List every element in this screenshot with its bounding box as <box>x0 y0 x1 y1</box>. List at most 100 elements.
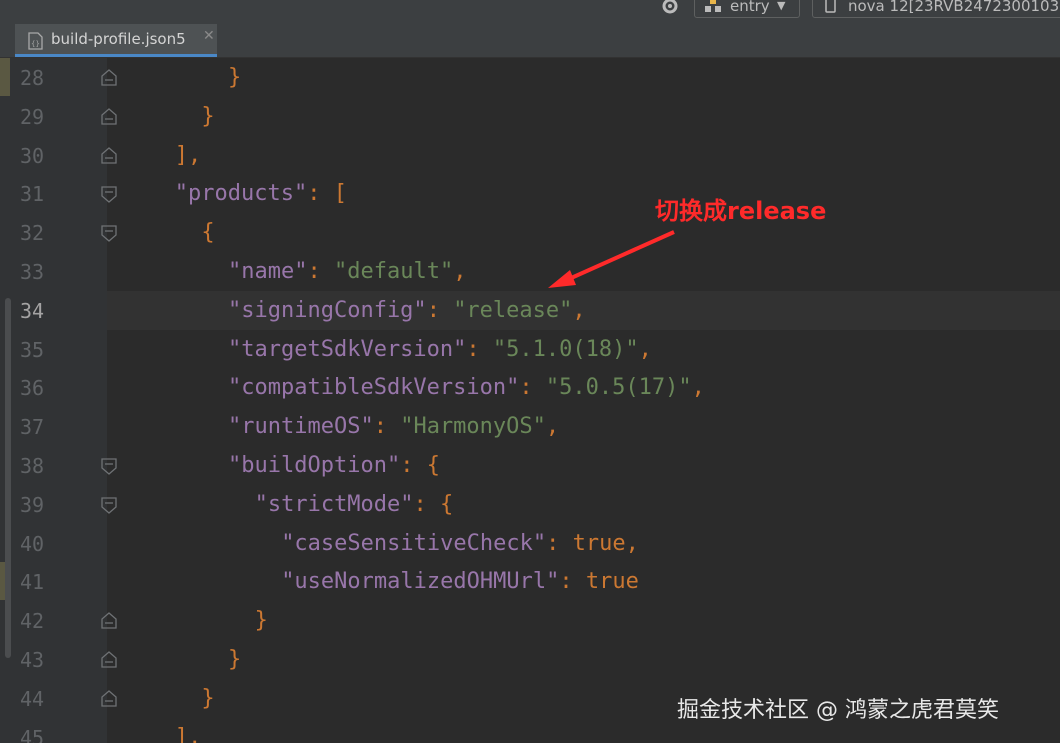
line-number: 44 <box>20 686 45 711</box>
json-punctuation: : <box>413 491 441 517</box>
code-text: } <box>255 607 268 635</box>
annotation-arrow-icon <box>548 230 675 288</box>
json-punctuation: } <box>201 685 215 711</box>
fold-end-icon[interactable] <box>100 107 118 127</box>
top-toolbar: entry ▼ nova 12[23RVB247230010370] <box>0 0 1060 25</box>
line-number: 39 <box>20 492 45 517</box>
code-line: 35 "targetSdkVersion": "5.1.0(18)", <box>0 329 1060 369</box>
json-punctuation: : <box>559 569 586 595</box>
json-punctuation: : <box>519 375 546 401</box>
json-punctuation: , <box>545 414 560 440</box>
code-line: 30], <box>0 135 1060 175</box>
code-text: "strictMode": { <box>255 491 454 519</box>
json-file-icon: {} <box>28 32 43 50</box>
fold-end-icon[interactable] <box>100 68 118 88</box>
json-punctuation: [ <box>333 181 347 207</box>
code-line: 40 "caseSensitiveCheck": true, <box>0 523 1060 563</box>
fold-end-icon[interactable] <box>100 611 118 631</box>
code-text: "runtimeOS": "HarmonyOS", <box>228 413 559 441</box>
close-icon[interactable]: ✕ <box>203 28 215 44</box>
code-text: "compatibleSdkVersion": "5.0.5(17)", <box>228 374 705 402</box>
chevron-down-icon: ▼ <box>777 0 786 12</box>
line-number: 45 <box>20 725 45 743</box>
code-text: "signingConfig": "release", <box>228 297 586 325</box>
code-text: } <box>201 685 214 713</box>
json-key: "caseSensitiveCheck" <box>281 530 547 556</box>
code-text: { <box>201 219 214 247</box>
code-line: 28} <box>0 58 1060 97</box>
json-punctuation: { <box>440 491 454 517</box>
code-line: 38 "buildOption": { <box>0 446 1060 485</box>
vertical-scrollbar[interactable] <box>5 298 11 658</box>
code-line: 33 "name": "default", <box>0 252 1060 291</box>
line-number: 29 <box>20 104 45 129</box>
fold-end-icon[interactable] <box>100 650 118 670</box>
module-selector-label: entry <box>730 0 770 15</box>
code-text: "buildOption": { <box>228 452 440 480</box>
fold-collapse-icon[interactable] <box>100 456 118 476</box>
tab-build-profile[interactable]: {} build-profile.json5 ✕ <box>15 24 217 57</box>
code-line: 32 { <box>0 213 1060 253</box>
tab-filename: build-profile.json5 <box>51 30 186 48</box>
json-punctuation: , <box>691 375 705 401</box>
code-text: ], <box>175 142 202 170</box>
json-punctuation: ] <box>174 142 189 168</box>
line-number: 30 <box>20 143 45 168</box>
fold-collapse-icon[interactable] <box>100 223 118 243</box>
code-line: 41 "useNormalizedOHMUrl": true <box>0 562 1060 602</box>
phone-icon <box>825 0 836 13</box>
json-punctuation: , <box>572 297 586 323</box>
code-line: 29} <box>0 96 1060 136</box>
json-punctuation: : <box>307 181 334 207</box>
code-editor[interactable]: 28} 29} 30], 31 "products": [32{33 "name": "d… <box>0 58 1060 743</box>
code-line: 42} <box>0 601 1060 641</box>
watermark-text: 掘金技术社区 @ 鸿蒙之虎君莫笑 <box>677 698 999 723</box>
json-key: "buildOption" <box>228 453 401 478</box>
annotation-label: 切换成release <box>655 197 827 225</box>
json-punctuation: true <box>585 569 639 595</box>
line-number: 40 <box>20 531 45 556</box>
line-number: 37 <box>20 415 45 440</box>
json-string-value: "default" <box>333 259 454 284</box>
settings-gear-icon[interactable] <box>660 0 680 16</box>
json-key: "useNormalizedOHMUrl" <box>281 569 560 595</box>
code-line: 31 "products": [ <box>0 174 1060 214</box>
json-punctuation: , <box>453 259 467 284</box>
code-text: } <box>228 646 241 674</box>
code-line: 39 "strictMode": { <box>0 484 1060 524</box>
json-punctuation: : <box>400 453 427 478</box>
code-text: "targetSdkVersion": "5.1.0(18)", <box>228 336 652 364</box>
json-key: "name" <box>228 259 308 284</box>
line-number: 28 <box>20 66 45 90</box>
json-punctuation: , <box>188 724 202 743</box>
line-number: 38 <box>20 454 45 478</box>
code-line: 43} <box>0 640 1060 679</box>
fold-end-icon[interactable] <box>100 689 118 709</box>
json-punctuation: } <box>228 65 242 90</box>
json-key: "targetSdkVersion" <box>228 336 467 362</box>
code-text: "useNormalizedOHMUrl": true <box>281 568 639 596</box>
json-punctuation: : <box>546 530 573 556</box>
code-text: ], <box>175 724 202 743</box>
code-line: 34 "signingConfig": "release", <box>0 290 1060 330</box>
code-text: "caseSensitiveCheck": true, <box>281 530 639 558</box>
fold-end-icon[interactable] <box>100 146 118 166</box>
line-number: 31 <box>20 182 45 207</box>
json-punctuation: : <box>466 336 493 362</box>
svg-text:{}: {} <box>31 40 40 48</box>
fold-collapse-icon[interactable] <box>100 495 118 515</box>
device-selector-dropdown[interactable]: nova 12[23RVB247230010370] <box>812 0 1060 18</box>
line-number: 42 <box>20 609 45 634</box>
json-punctuation: : <box>307 259 334 284</box>
json-string-value: "5.0.5(17)" <box>545 375 692 401</box>
json-key: "products" <box>174 181 308 207</box>
fold-collapse-icon[interactable] <box>100 184 118 204</box>
module-selector-dropdown[interactable]: entry ▼ <box>694 0 800 18</box>
code-text: "products": [ <box>175 180 347 208</box>
json-punctuation: , <box>188 142 202 168</box>
code-text: "name": "default", <box>228 258 466 286</box>
line-number: 32 <box>20 221 45 246</box>
json-string-value: "HarmonyOS" <box>400 414 546 440</box>
json-key: "signingConfig" <box>228 297 427 323</box>
code-line: 37 "runtimeOS": "HarmonyOS", <box>0 407 1060 447</box>
